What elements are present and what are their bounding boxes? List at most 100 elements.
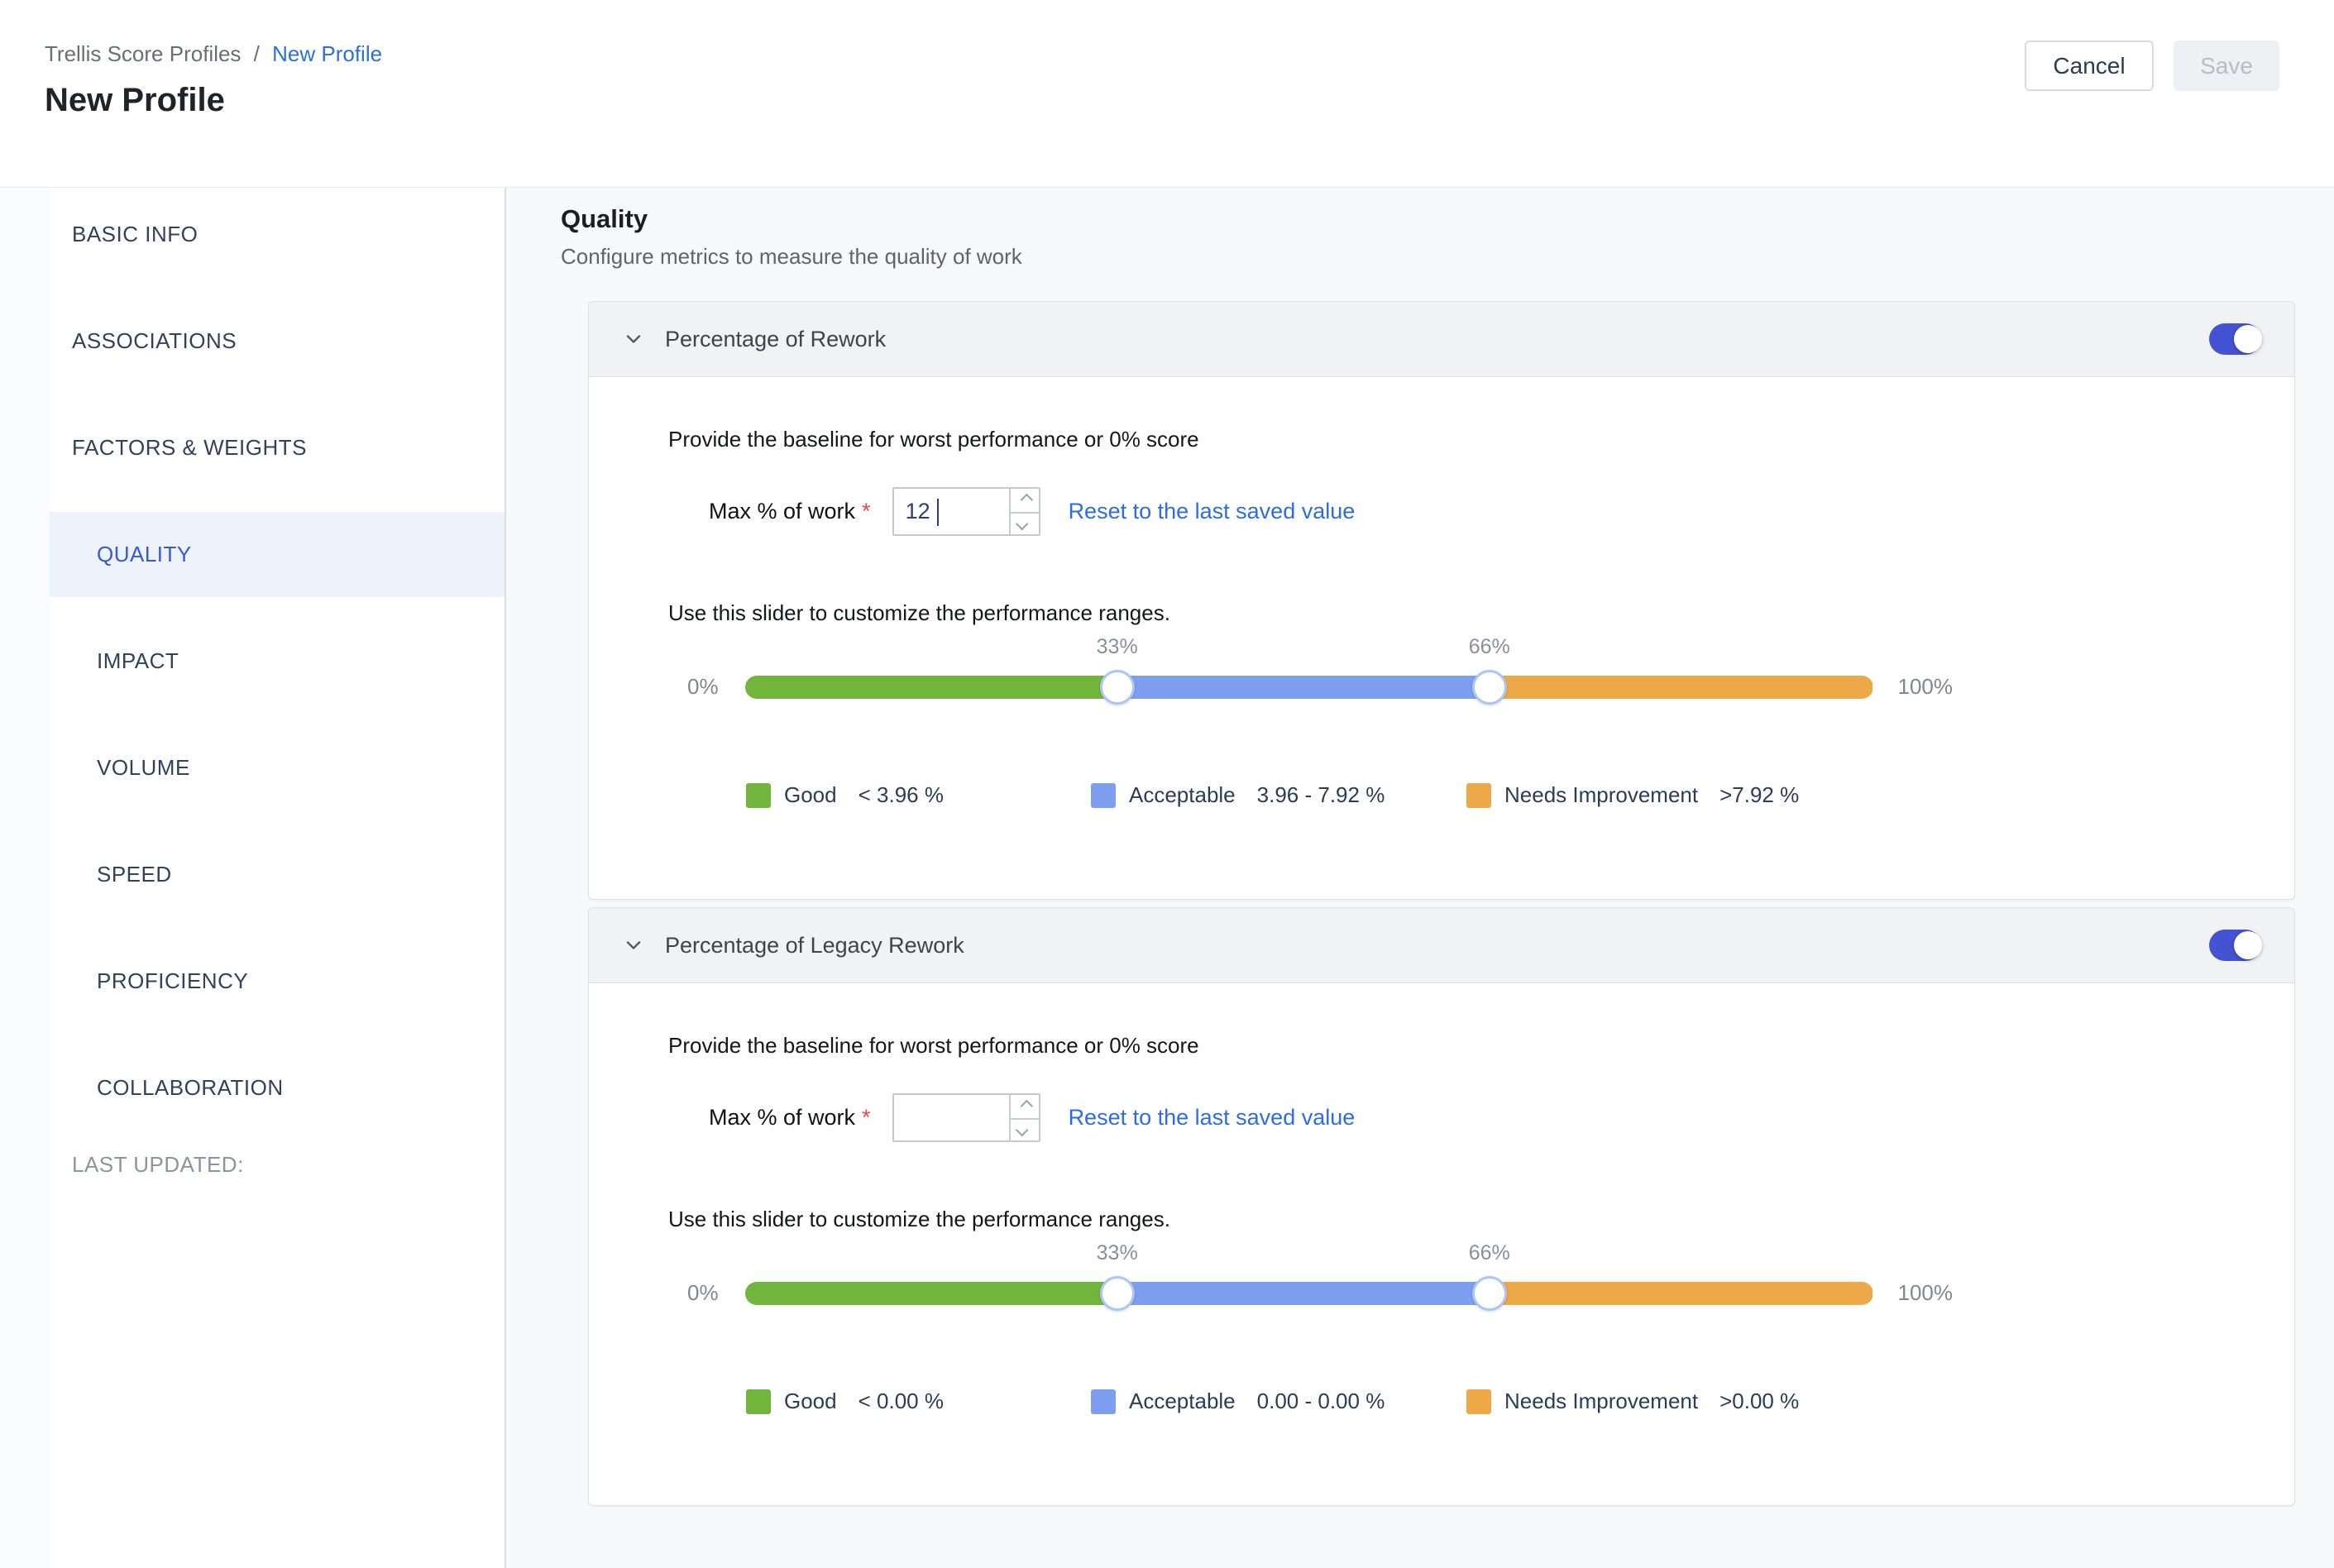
legend-name: Acceptable <box>1129 1389 1236 1414</box>
sidebar-item-collaboration[interactable]: COLLABORATION <box>50 1045 505 1131</box>
reset-link[interactable]: Reset to the last saved value <box>1069 499 1356 524</box>
slider-handle-2-label: 66% <box>1469 635 1510 659</box>
toggle-knob <box>2234 325 2262 353</box>
metric-card-body: Provide the baseline for worst performan… <box>589 983 2294 1505</box>
legend-value: < 3.96 % <box>859 782 944 808</box>
metric-card-header[interactable]: Percentage of Rework <box>589 302 2294 377</box>
legend-value: >0.00 % <box>1719 1389 1799 1414</box>
metric-card-percentage-of-legacy-rework: Percentage of Legacy Rework Provide the … <box>588 907 2295 1506</box>
metric-enabled-toggle[interactable] <box>2209 930 2261 961</box>
slider-min-label: 0% <box>687 674 719 700</box>
chevron-down-icon[interactable] <box>622 934 645 957</box>
sidebar-item-factors-weights[interactable]: FACTORS & WEIGHTS <box>50 405 505 490</box>
sidebar-item-quality[interactable]: QUALITY <box>50 512 505 597</box>
sidebar-item-impact[interactable]: IMPACT <box>50 619 505 704</box>
max-percent-row: Max % of work * Reset to the last saved v… <box>709 487 2215 536</box>
chevron-down-icon[interactable] <box>622 327 645 351</box>
quality-page-title: Quality <box>561 204 2295 234</box>
slider-handle-1[interactable]: 33% <box>1100 670 1135 705</box>
legend-item-good: Good < 3.96 % <box>746 782 1091 808</box>
performance-slider[interactable]: 33% 66% <box>745 1282 1873 1305</box>
stepper-down-button[interactable] <box>1011 1118 1039 1141</box>
legend-swatch-good <box>746 783 771 808</box>
stepper-down-button[interactable] <box>1011 512 1039 535</box>
legend-swatch-good <box>746 1389 771 1414</box>
max-percent-input[interactable] <box>894 1095 1009 1140</box>
reset-link[interactable]: Reset to the last saved value <box>1069 1105 1356 1131</box>
required-asterisk: * <box>862 499 871 523</box>
cancel-button[interactable]: Cancel <box>2025 41 2154 91</box>
max-percent-label: Max % of work* <box>709 1105 871 1131</box>
chevron-up-icon <box>1021 1100 1034 1113</box>
slider-segment-good <box>745 1282 1117 1305</box>
metric-card-title: Percentage of Rework <box>665 327 886 352</box>
breadcrumb-separator: / <box>254 41 260 66</box>
quality-page-subtitle: Configure metrics to measure the quality… <box>561 244 2295 270</box>
legend-item-needs-improvement: Needs Improvement >0.00 % <box>1466 1389 1799 1414</box>
slider-handle-1-label: 33% <box>1097 1241 1138 1265</box>
slider-segment-needs-improvement <box>1490 1282 1873 1305</box>
last-updated-label: LAST UPDATED: <box>50 1152 505 1178</box>
legend-swatch-needs-improvement <box>1466 1389 1491 1414</box>
content-area: BASIC INFO ASSOCIATIONS FACTORS & WEIGHT… <box>0 188 2334 1568</box>
breadcrumb-root-link[interactable]: Trellis Score Profiles <box>45 41 241 66</box>
performance-slider-row: 0% 33% 66% <box>687 1280 1953 1306</box>
sidebar-item-volume[interactable]: VOLUME <box>50 725 505 810</box>
main-panel: Quality Configure metrics to measure the… <box>506 188 2334 1568</box>
slider-handle-2[interactable]: 66% <box>1472 1276 1507 1311</box>
sidebar-nav: BASIC INFO ASSOCIATIONS FACTORS & WEIGHT… <box>50 192 505 1131</box>
performance-slider-row: 0% 33% 66% <box>687 674 1953 700</box>
stepper-up-button[interactable] <box>1011 489 1039 512</box>
slider-segment-good <box>745 676 1117 699</box>
legend-name: Good <box>784 782 837 808</box>
legend-item-needs-improvement: Needs Improvement >7.92 % <box>1466 782 1799 808</box>
slider-track[interactable] <box>745 676 1873 699</box>
save-button[interactable]: Save <box>2174 41 2279 91</box>
sidebar-item-proficiency[interactable]: PROFICIENCY <box>50 939 505 1024</box>
legend-item-acceptable: Acceptable 0.00 - 0.00 % <box>1091 1389 1466 1414</box>
max-percent-label: Max % of work * <box>709 499 871 524</box>
chevron-down-icon <box>1016 1123 1029 1136</box>
baseline-heading: Provide the baseline for worst performan… <box>668 1033 2215 1059</box>
sidebar-item-speed[interactable]: SPEED <box>50 832 505 917</box>
slider-handle-2-label: 66% <box>1469 1241 1510 1265</box>
legend-name: Needs Improvement <box>1504 1389 1698 1414</box>
page-title: New Profile <box>45 82 2279 119</box>
slider-handle-1[interactable]: 33% <box>1100 1276 1135 1311</box>
chevron-down-icon <box>1016 517 1029 530</box>
slider-min-label: 0% <box>687 1280 719 1306</box>
slider-segment-acceptable <box>1117 676 1490 699</box>
breadcrumb-current-link[interactable]: New Profile <box>272 41 382 66</box>
max-percent-label-text: Max % of work <box>709 499 855 523</box>
slider-heading: Use this slider to customize the perform… <box>668 600 2215 626</box>
max-percent-row: Max % of work* Reset to the last saved v… <box>709 1093 2215 1142</box>
metric-card-header[interactable]: Percentage of Legacy Rework <box>589 908 2294 983</box>
page-header: Trellis Score Profiles / New Profile New… <box>0 0 2334 188</box>
legend-value: 0.00 - 0.00 % <box>1257 1389 1385 1414</box>
performance-legend: Good < 3.96 % Acceptable 3.96 - 7.92 % N… <box>746 782 2215 808</box>
number-stepper <box>1009 489 1039 534</box>
performance-slider[interactable]: 33% 66% <box>745 676 1873 699</box>
chevron-up-icon <box>1021 494 1034 507</box>
legend-item-good: Good < 0.00 % <box>746 1389 1091 1414</box>
slider-handle-2[interactable]: 66% <box>1472 670 1507 705</box>
sidebar-item-basic-info[interactable]: BASIC INFO <box>50 192 505 277</box>
max-percent-input[interactable] <box>894 489 1009 534</box>
slider-track[interactable] <box>745 1282 1873 1305</box>
legend-item-acceptable: Acceptable 3.96 - 7.92 % <box>1091 782 1466 808</box>
max-percent-input-group <box>892 1093 1040 1142</box>
slider-handle-1-label: 33% <box>1097 635 1138 659</box>
number-stepper <box>1009 1095 1039 1140</box>
legend-swatch-needs-improvement <box>1466 783 1491 808</box>
metric-enabled-toggle[interactable] <box>2209 323 2261 355</box>
slider-segment-needs-improvement <box>1490 676 1873 699</box>
slider-max-label: 100% <box>1898 1280 1954 1306</box>
legend-value: < 0.00 % <box>859 1389 944 1414</box>
stepper-up-button[interactable] <box>1011 1095 1039 1118</box>
legend-name: Good <box>784 1389 837 1414</box>
required-asterisk: * <box>862 1105 871 1130</box>
slider-max-label: 100% <box>1898 674 1954 700</box>
legend-name: Needs Improvement <box>1504 782 1698 808</box>
sidebar-item-associations[interactable]: ASSOCIATIONS <box>50 299 505 384</box>
breadcrumb: Trellis Score Profiles / New Profile <box>45 41 2279 67</box>
